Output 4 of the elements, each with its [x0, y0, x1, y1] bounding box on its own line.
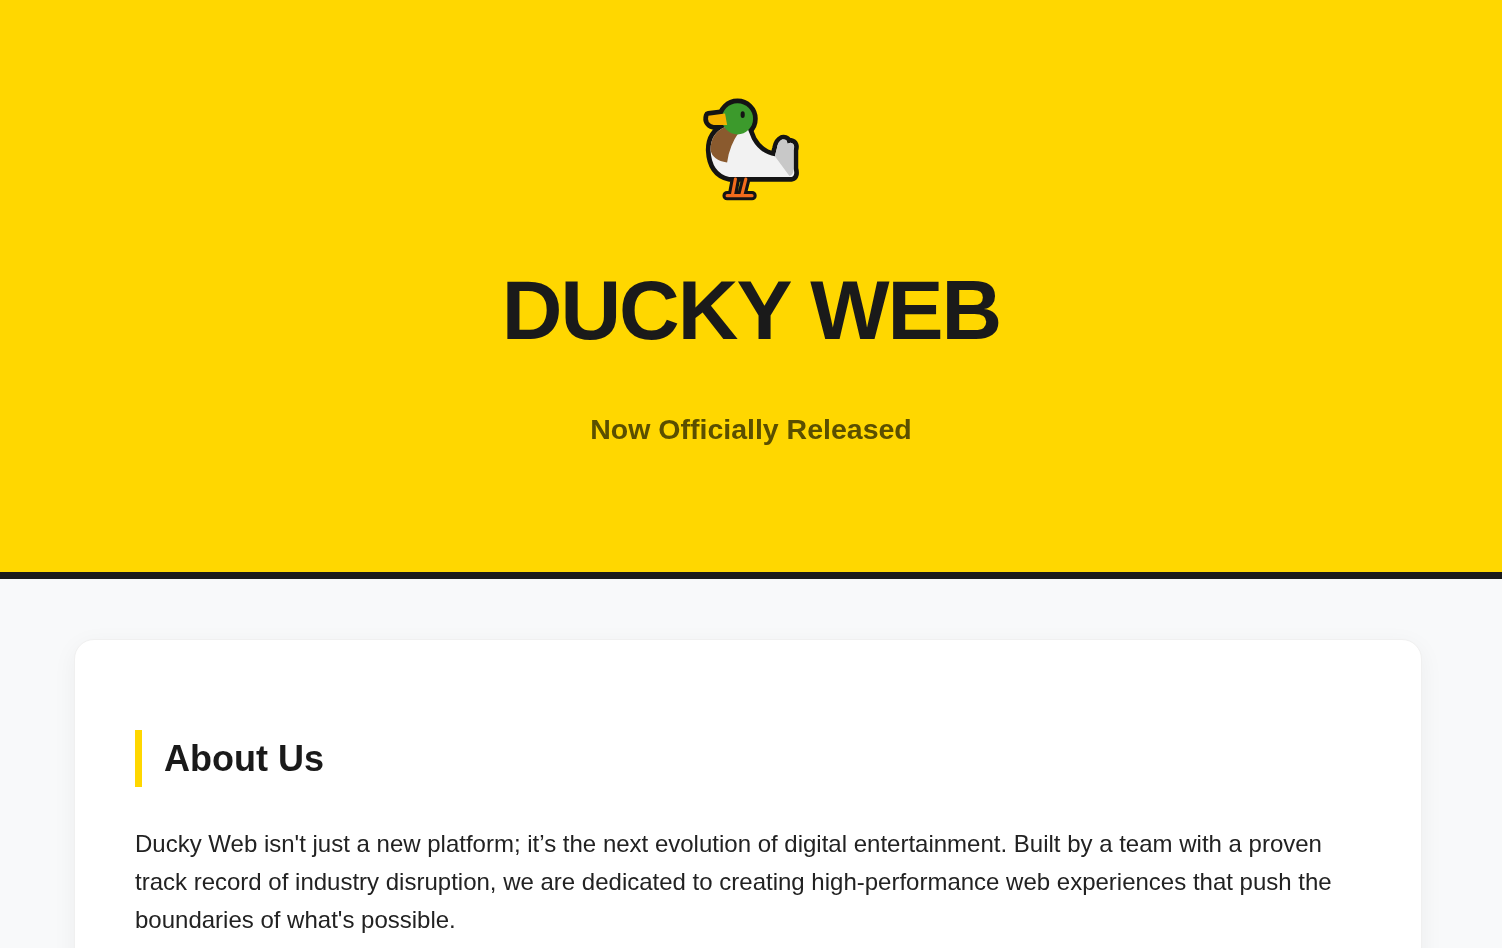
section-heading: About Us — [135, 730, 1361, 787]
site-tagline: Now Officially Released — [590, 411, 912, 446]
site-title: DUCKY WEB — [501, 262, 1001, 359]
about-paragraph: Ducky Web isn't just a new platform; it’s the next evolution of digital entertainment. Built by a team with a proven track record of industry disruption, we are dedicated to creating high-performance web experiences that push the boundaries of what's possible. — [135, 829, 1333, 935]
